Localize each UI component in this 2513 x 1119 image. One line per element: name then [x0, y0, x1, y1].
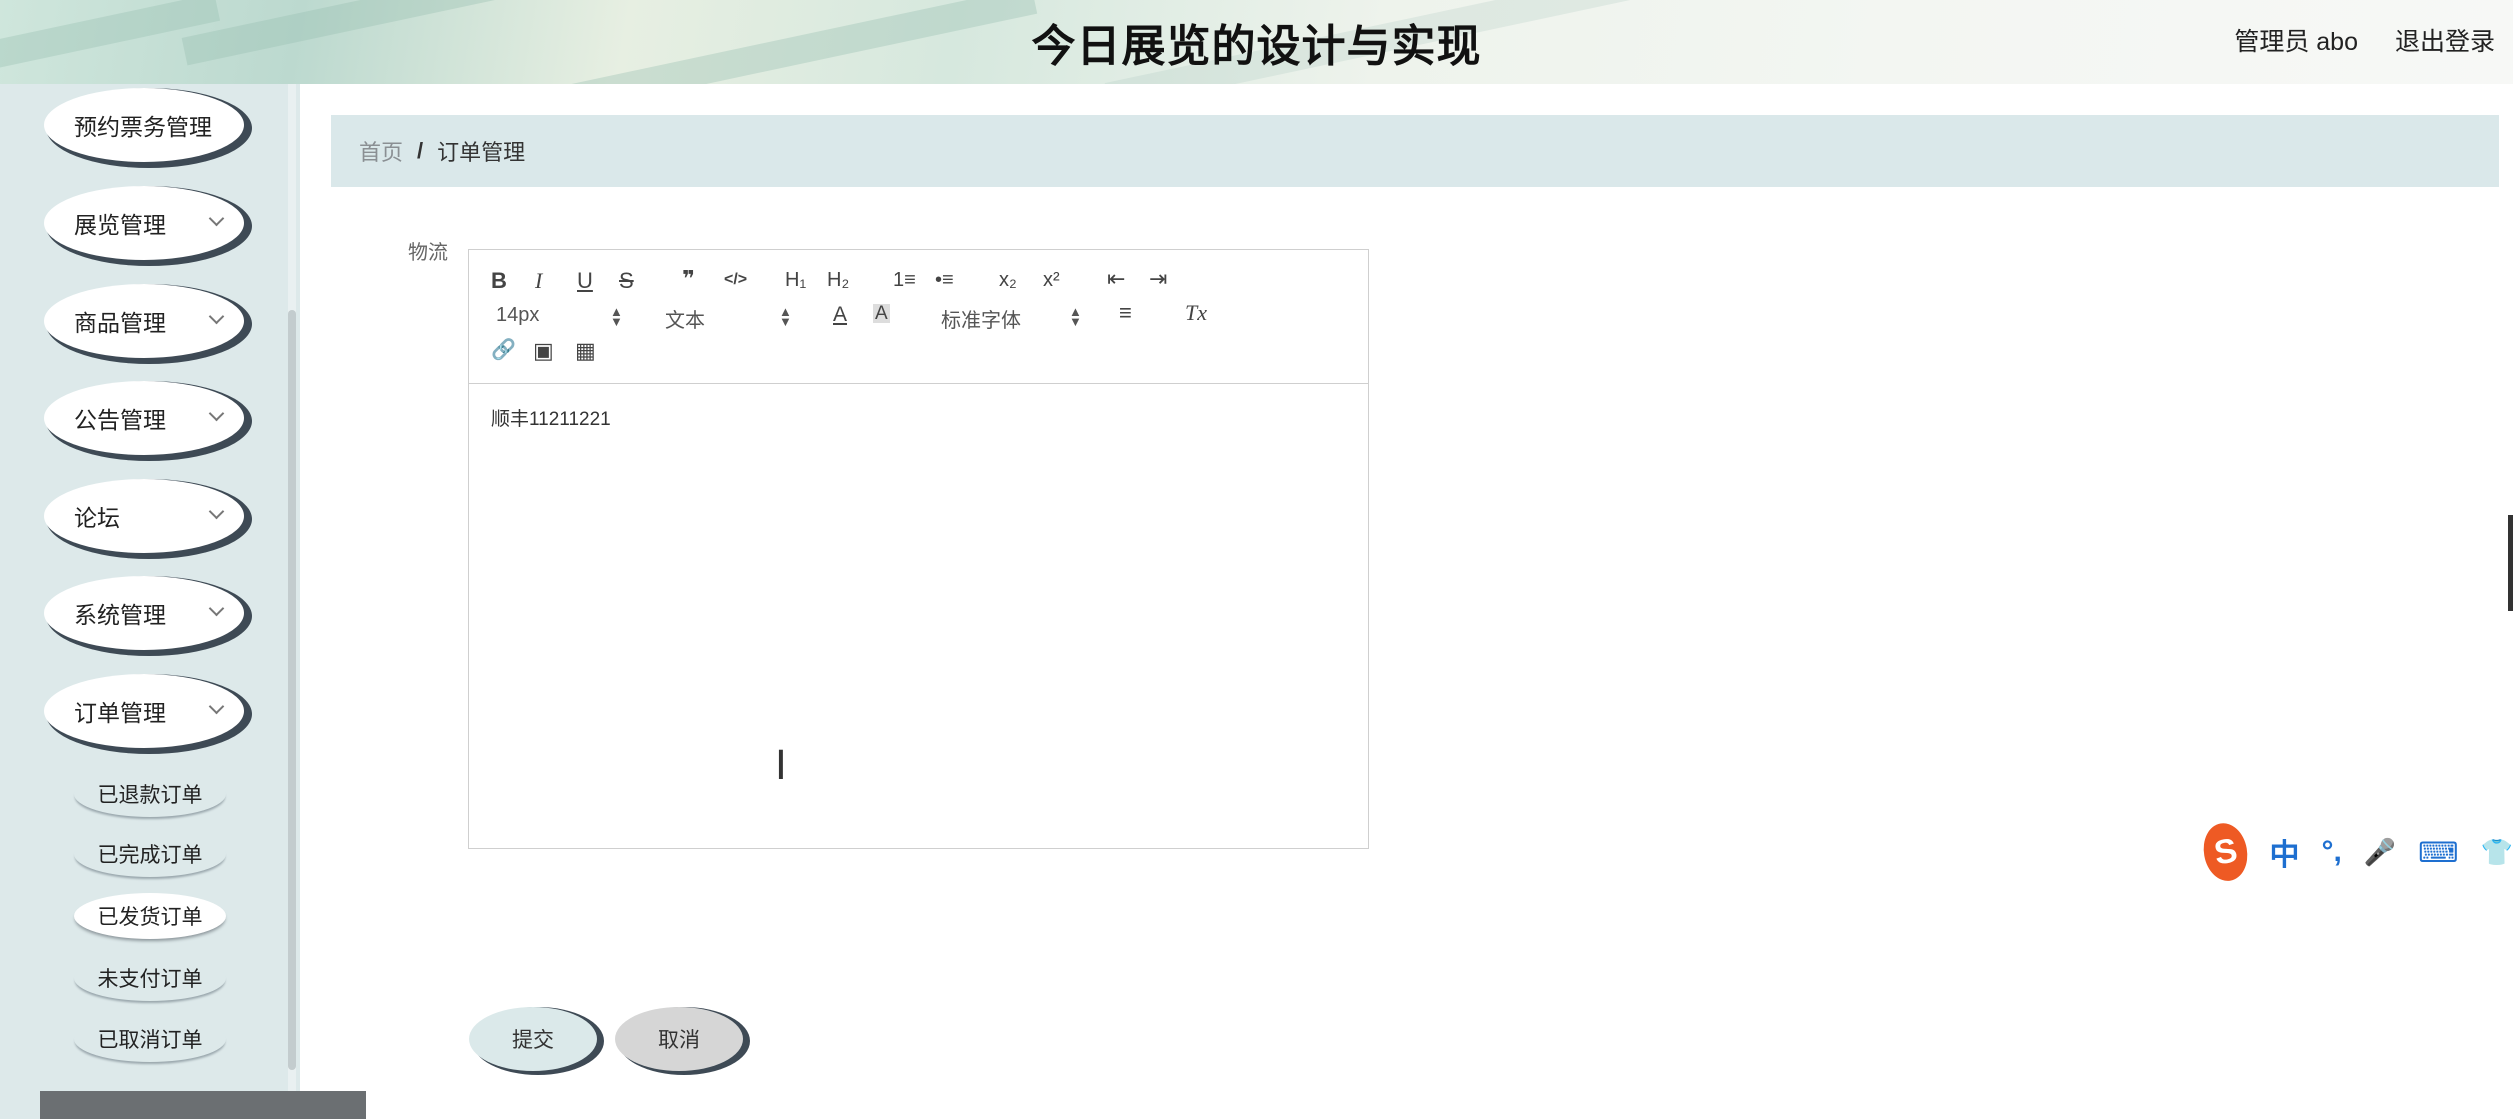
align-icon[interactable]: ≡ — [1119, 302, 1132, 324]
font-family-select[interactable]: 标准字体 ▲ ▼ — [941, 304, 1082, 333]
header-1-button[interactable]: H₁ — [785, 270, 806, 290]
italic-button[interactable]: I — [535, 270, 542, 292]
select-arrows-icon: ▲ ▼ — [610, 304, 623, 330]
breadcrumb: 首页 / 订单管理 — [331, 115, 2499, 187]
sidebar: 预约票务管理 展览管理 商品管理 公告管理 论坛 系统管理 订单管理 已退款订单… — [0, 84, 300, 1119]
font-size-value: 14px — [496, 304, 540, 326]
sidebar-item-ticket-booking[interactable]: 预约票务管理 — [44, 88, 244, 162]
right-edge-handle — [2508, 515, 2513, 611]
ime-toolbar: S 中 °, 🎤 ⌨ 👕 — [2199, 819, 2513, 885]
sidebar-item-forum[interactable]: 论坛 — [44, 479, 244, 553]
logout-link[interactable]: 退出登录 — [2395, 22, 2495, 58]
submenu-item-refunded[interactable]: 已退款订单 — [74, 771, 226, 817]
submenu-item-shipped[interactable]: 已发货订单 — [74, 893, 226, 939]
microphone-icon[interactable]: 🎤 — [2364, 837, 2396, 868]
sogou-logo-icon[interactable]: S — [2199, 819, 2253, 885]
chevron-down-icon — [208, 308, 225, 325]
link-icon[interactable]: 🔗 — [491, 340, 516, 360]
chevron-down-icon — [208, 405, 225, 422]
strike-button[interactable]: S — [619, 270, 634, 292]
breadcrumb-home[interactable]: 首页 — [359, 135, 403, 167]
underline-button[interactable]: U — [577, 270, 593, 292]
select-arrows-icon: ▲ ▼ — [779, 304, 792, 330]
header-2-button[interactable]: H₂ — [827, 270, 849, 290]
sidebar-item-announcements[interactable]: 公告管理 — [44, 381, 244, 455]
sidebar-item-products[interactable]: 商品管理 — [44, 284, 244, 358]
ordered-list-button[interactable]: 1≡ — [893, 270, 916, 290]
cancel-button[interactable]: 取消 — [615, 1007, 743, 1071]
submit-button[interactable]: 提交 — [469, 1007, 597, 1071]
select-arrows-icon: ▲ ▼ — [1069, 304, 1082, 330]
header-type-value: 文本 — [665, 310, 705, 332]
punctuation-icon[interactable]: °, — [2321, 835, 2341, 869]
superscript-button[interactable]: x² — [1043, 270, 1060, 290]
sidebar-item-label: 公告管理 — [74, 407, 166, 433]
sidebar-item-exhibition[interactable]: 展览管理 — [44, 186, 244, 260]
taskbar-overlay — [40, 1091, 366, 1119]
sidebar-item-orders[interactable]: 订单管理 — [44, 674, 244, 748]
video-icon[interactable]: ▦ — [575, 340, 596, 362]
sidebar-item-label: 商品管理 — [74, 310, 166, 336]
sidebar-item-label: 预约票务管理 — [74, 114, 212, 140]
app-title: 今日展览的设计与实现 — [1031, 22, 1482, 71]
sidebar-item-system[interactable]: 系统管理 — [44, 576, 244, 650]
bold-button[interactable]: B — [491, 270, 507, 292]
chevron-down-icon — [208, 600, 225, 617]
sidebar-item-label: 订单管理 — [74, 700, 166, 726]
breadcrumb-separator: / — [417, 138, 424, 163]
indent-icon[interactable]: ⇥ — [1149, 268, 1167, 290]
submenu-item-cancelled[interactable]: 已取消订单 — [74, 1016, 226, 1062]
subscript-button[interactable]: x₂ — [999, 270, 1017, 290]
ime-mode-toggle[interactable]: 中 — [2269, 830, 2299, 874]
chevron-down-icon — [208, 698, 225, 715]
chevron-down-icon — [208, 503, 225, 520]
sidebar-item-label: 展览管理 — [74, 212, 166, 238]
font-size-select[interactable]: 14px ▲ ▼ — [496, 304, 623, 330]
outdent-icon[interactable]: ⇤ — [1107, 268, 1125, 290]
header-type-select[interactable]: 文本 ▲ ▼ — [665, 304, 792, 333]
sidebar-item-label: 论坛 — [74, 505, 120, 531]
clear-format-icon[interactable]: Tx — [1185, 302, 1207, 324]
logistics-label: 物流 — [408, 242, 448, 264]
sidebar-scrollbar-thumb[interactable] — [288, 310, 296, 1070]
sidebar-item-label: 系统管理 — [74, 602, 166, 628]
code-block-button[interactable]: </> — [724, 272, 747, 288]
submenu-item-completed[interactable]: 已完成订单 — [74, 831, 226, 877]
font-color-icon[interactable]: A — [833, 304, 847, 325]
rich-text-editor: B I U S ❞ </> H₁ H₂ 1≡ •≡ x₂ x² ⇤ ⇥ 14px… — [468, 249, 1369, 849]
bullet-list-button[interactable]: •≡ — [935, 270, 954, 290]
keyboard-icon[interactable]: ⌨ — [2418, 836, 2458, 869]
editor-content[interactable]: 顺丰11211221 — [491, 404, 611, 431]
chevron-down-icon — [208, 210, 225, 227]
submenu-item-unpaid[interactable]: 未支付订单 — [74, 955, 226, 1001]
editor-toolbar: B I U S ❞ </> H₁ H₂ 1≡ •≡ x₂ x² ⇤ ⇥ 14px… — [469, 250, 1368, 384]
app-header: 今日展览的设计与实现 管理员 abo 退出登录 — [0, 0, 2513, 84]
skin-icon[interactable]: 👕 — [2481, 837, 2513, 868]
image-icon[interactable]: ▣ — [533, 340, 554, 362]
breadcrumb-current: 订单管理 — [437, 140, 526, 165]
blockquote-button[interactable]: ❞ — [682, 268, 695, 290]
text-cursor-icon: I — [775, 743, 787, 789]
background-color-icon[interactable]: A — [873, 304, 890, 323]
current-user: 管理员 abo — [2234, 28, 2358, 56]
font-family-value: 标准字体 — [941, 310, 1021, 332]
